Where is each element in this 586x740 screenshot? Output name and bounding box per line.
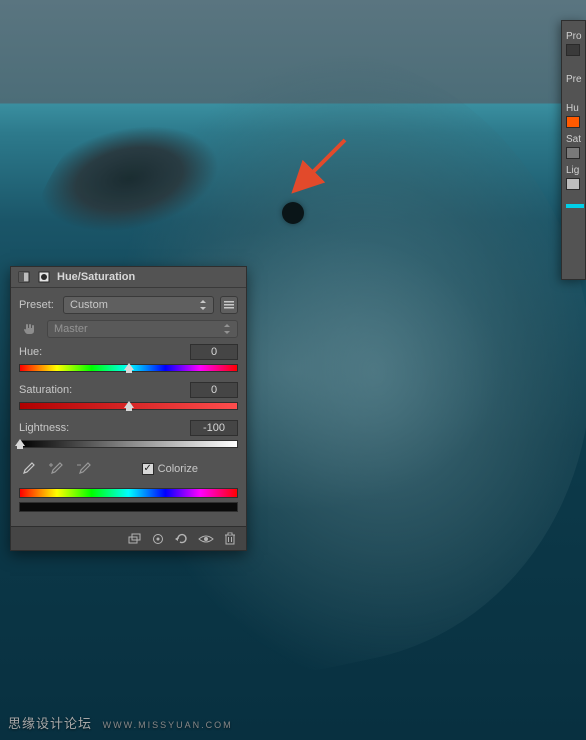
adjustment-type-icon[interactable] xyxy=(17,270,31,284)
label: Pre xyxy=(566,74,583,85)
panel-title: Hue/Saturation xyxy=(57,271,135,283)
label: Sat xyxy=(566,134,583,145)
preset-label: Preset: xyxy=(19,299,57,311)
result-color-strip xyxy=(19,502,238,512)
preset-row: Preset: Custom xyxy=(19,296,238,314)
lightness-label: Lightness: xyxy=(19,422,69,434)
reset-icon[interactable] xyxy=(174,531,190,547)
saturation-slider-block: Saturation: 0 xyxy=(19,382,238,410)
preset-menu-button[interactable] xyxy=(220,296,238,314)
trash-icon[interactable] xyxy=(222,531,238,547)
saturation-label: Saturation: xyxy=(19,384,72,396)
colorize-checkbox[interactable] xyxy=(142,463,154,475)
eyedropper-row: Colorize xyxy=(19,460,238,478)
label: Lig xyxy=(566,165,583,176)
colorize-label: Colorize xyxy=(158,463,198,475)
watermark-main: 思缘设计论坛 xyxy=(8,716,92,731)
colorize-toggle[interactable]: Colorize xyxy=(142,463,198,475)
swatch-icon xyxy=(566,44,580,56)
eyedropper-plus-icon[interactable] xyxy=(47,460,65,478)
view-previous-state-icon[interactable] xyxy=(150,531,166,547)
chevron-updown-icon xyxy=(223,325,231,333)
channel-value: Master xyxy=(54,323,88,335)
label: Pro xyxy=(566,31,583,42)
shark-eye xyxy=(282,202,304,224)
channel-select[interactable]: Master xyxy=(47,320,238,338)
hue-label: Hue: xyxy=(19,346,42,358)
hue-slider-track[interactable] xyxy=(19,364,238,372)
hue-saturation-panel: Hue/Saturation Preset: Custom Master xyxy=(10,266,247,551)
lightness-slider-block: Lightness: -100 xyxy=(19,420,238,448)
saturation-slider-thumb[interactable] xyxy=(124,401,134,413)
clip-to-layer-icon[interactable] xyxy=(126,531,142,547)
sat-strip-fragment xyxy=(566,147,580,159)
eyedropper-minus-icon[interactable] xyxy=(75,460,93,478)
saturation-slider-track[interactable] xyxy=(19,402,238,410)
targeted-adjustment-icon[interactable] xyxy=(19,320,41,338)
chevron-updown-icon xyxy=(199,301,207,309)
hue-slider-block: Hue: 0 xyxy=(19,344,238,372)
channel-row: Master xyxy=(19,320,238,338)
lightness-slider-thumb[interactable] xyxy=(15,439,25,451)
light-strip-fragment xyxy=(566,178,580,190)
preset-value: Custom xyxy=(70,299,108,311)
visibility-icon[interactable] xyxy=(198,531,214,547)
hue-slider-thumb[interactable] xyxy=(124,363,134,375)
panel-footer xyxy=(11,526,246,550)
label: Hu xyxy=(566,103,583,114)
watermark: 思缘设计论坛 WWW.MISSYUAN.COM xyxy=(8,713,233,732)
cyan-bar xyxy=(566,204,584,208)
lightness-value-input[interactable]: -100 xyxy=(190,420,238,436)
hue-strip-fragment xyxy=(566,116,580,128)
preset-select[interactable]: Custom xyxy=(63,296,214,314)
saturation-value-input[interactable]: 0 xyxy=(190,382,238,398)
panel-header[interactable]: Hue/Saturation xyxy=(11,267,246,288)
hue-value-input[interactable]: 0 xyxy=(190,344,238,360)
lightness-slider-track[interactable] xyxy=(19,440,238,448)
properties-panel-truncated: Pro Pre Hu Sat Lig xyxy=(561,20,586,280)
eyedropper-icon[interactable] xyxy=(19,460,37,478)
hue-spectrum-strip xyxy=(19,488,238,498)
mask-icon[interactable] xyxy=(37,270,51,284)
watermark-sub: WWW.MISSYUAN.COM xyxy=(103,720,233,730)
